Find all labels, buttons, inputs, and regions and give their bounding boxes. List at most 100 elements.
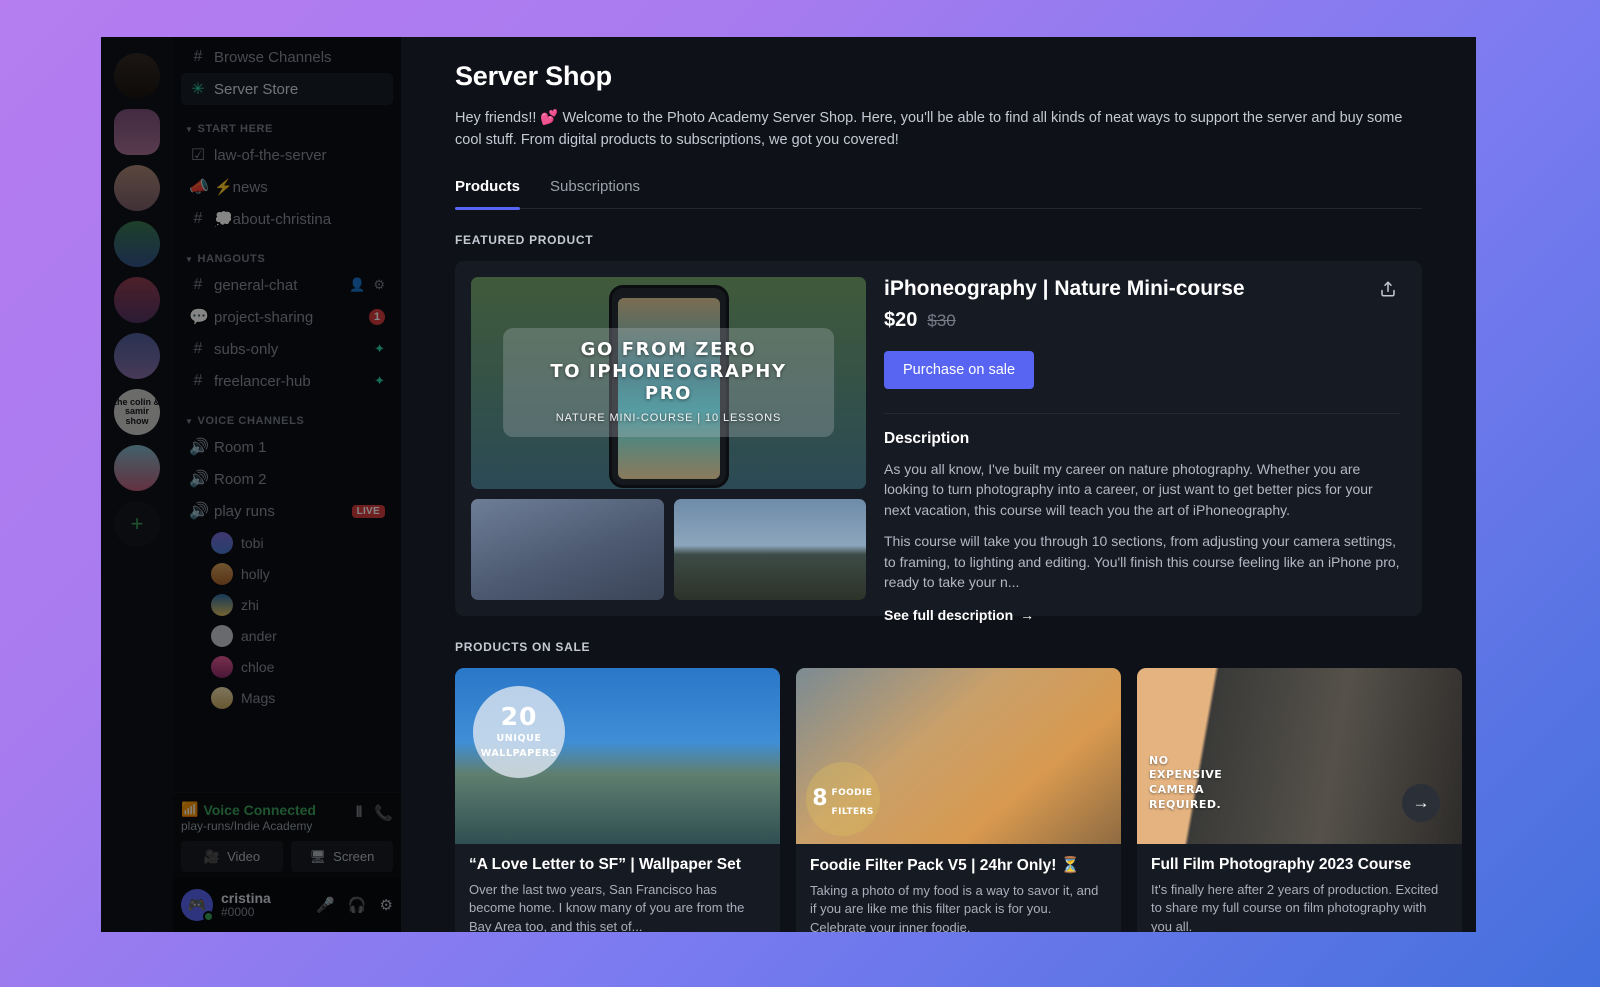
text-channel-icon: #: [193, 276, 203, 293]
server-avatar-1[interactable]: [114, 53, 160, 99]
sparkle-icon: ✦: [374, 341, 385, 356]
user-panel-icons: 🎤 🎧 ⚙: [316, 896, 393, 914]
server-avatar-5[interactable]: [114, 277, 160, 323]
see-full-description-label: See full description: [884, 606, 1014, 623]
channel-label: play runs: [214, 502, 275, 520]
purchase-button[interactable]: Purchase on sale: [884, 350, 1035, 389]
description-paragraph-1: As you all know, I've built my career on…: [884, 460, 1373, 518]
badge-number: 8: [812, 786, 828, 811]
channel-list[interactable]: # Browse Channels ✳ Server Store ▼ START…: [173, 37, 401, 792]
voice-member-zhi[interactable]: zhi: [181, 589, 393, 620]
server-avatar-8[interactable]: [114, 445, 160, 491]
channel-label: project-sharing: [214, 308, 314, 326]
voice-member-label: Mags: [241, 689, 276, 706]
voice-channel-icon: 🔊: [189, 471, 209, 488]
product-description: It's finally here after 2 years of produ…: [1151, 881, 1439, 933]
sidebar-item-room-1[interactable]: 🔊 Room 1: [181, 431, 393, 463]
voice-panel-buttons: 🎥 Video 🖥 Screen: [181, 841, 393, 872]
voice-status: 📶 Voice Connected: [181, 801, 350, 818]
gear-icon[interactable]: ⚙: [380, 896, 393, 914]
voice-status-row: 📶 Voice Connected play-runs/Indie Academ…: [181, 801, 393, 833]
sidebar-item-about-christina[interactable]: # 💭about-christina: [181, 203, 393, 235]
share-icon[interactable]: [1374, 275, 1402, 303]
server-avatar-4[interactable]: [114, 221, 160, 267]
sidebar-item-general-chat[interactable]: # general-chat 👤 ⚙: [181, 269, 393, 301]
sidebar-item-law-of-the-server[interactable]: ☑ law-of-the-server: [181, 139, 393, 171]
product-body: “A Love Letter to SF” | Wallpaper Set Ov…: [455, 844, 780, 933]
sidebar-item-server-store[interactable]: ✳ Server Store: [181, 73, 393, 105]
camera-icon: 🎥: [203, 848, 221, 864]
tab-products[interactable]: Products: [455, 178, 521, 210]
server-avatar-colin-samir[interactable]: the colin & samir show: [114, 389, 160, 435]
voice-member-mags[interactable]: Mags: [181, 682, 393, 713]
featured-product-name: iPhoneography | Nature Mini-course: [884, 276, 1245, 300]
voice-member-label: holly: [241, 565, 270, 582]
sidebar-item-play-runs[interactable]: 🔊 play runs LIVE: [181, 495, 393, 527]
page-title: Server Shop: [455, 61, 612, 91]
soundboard-icon[interactable]: ⦀: [356, 804, 363, 822]
text-channel-icon: #: [193, 210, 203, 227]
product-body: Foodie Filter Pack V5 | 24hr Only! ⏳ Tak…: [796, 844, 1121, 933]
badge-line-1: NO: [1149, 753, 1169, 767]
sidebar-item-freelancer-hub[interactable]: # freelancer-hub ✦: [181, 365, 393, 397]
disconnect-call-icon[interactable]: 📞: [374, 804, 393, 822]
shop-tabs: Products Subscriptions: [455, 178, 1422, 210]
channel-label: Room 1: [214, 438, 267, 456]
category-start-here[interactable]: ▼ START HERE: [181, 105, 393, 139]
product-title: Foodie Filter Pack V5 | 24hr Only! ⏳: [810, 856, 1080, 874]
server-avatar-2[interactable]: [114, 109, 160, 155]
avatar[interactable]: 🎮: [181, 889, 214, 922]
microphone-icon[interactable]: 🎤: [316, 896, 335, 914]
channel-label: ⚡news: [214, 179, 268, 196]
hero-line-2: TO IPHONEOGRAPHY PRO: [550, 360, 787, 405]
add-server-button[interactable]: +: [114, 501, 160, 547]
featured-thumbnail-1[interactable]: [471, 498, 664, 600]
locked-text-channel-icon: #: [193, 372, 203, 389]
locked-text-channel-icon: #: [193, 340, 203, 357]
sidebar-item-news[interactable]: 📣 ⚡news: [181, 171, 393, 203]
chevron-down-icon: ▼: [185, 124, 194, 134]
sidebar-item-browse-channels[interactable]: # Browse Channels: [181, 41, 393, 73]
video-button[interactable]: 🎥 Video: [181, 841, 283, 872]
featured-thumbnails: [471, 498, 866, 600]
badge-lines: FOODIE FILTERS: [832, 780, 874, 818]
screen-share-button[interactable]: 🖥 Screen: [291, 841, 393, 872]
sidebar-item-project-sharing[interactable]: 💬 project-sharing 1: [181, 301, 393, 333]
voice-member-chloe[interactable]: chloe: [181, 651, 393, 682]
avatar: [211, 686, 233, 709]
screen-label: Screen: [333, 849, 375, 864]
badge-line-2: EXPENSIVE: [1149, 768, 1223, 782]
server-avatar-6[interactable]: [114, 333, 160, 379]
sidebar-item-room-2[interactable]: 🔊 Room 2: [181, 463, 393, 495]
category-voice-channels[interactable]: ▼ VOICE CHANNELS: [181, 397, 393, 431]
voice-member-ander[interactable]: ander: [181, 620, 393, 651]
featured-thumbnail-2[interactable]: [673, 498, 866, 600]
category-hangouts[interactable]: ▼ HANGOUTS: [181, 235, 393, 269]
avatar: [211, 593, 233, 616]
server-avatar-3[interactable]: [114, 165, 160, 211]
sidebar-item-subs-only[interactable]: # subs-only ✦: [181, 333, 393, 365]
sale-price: $20: [884, 308, 918, 331]
gear-icon[interactable]: ⚙: [373, 277, 385, 293]
featured-hero-image[interactable]: GO FROM ZERO TO IPHONEOGRAPHY PRO NATURE…: [471, 276, 866, 489]
channel-label: freelancer-hub: [214, 372, 311, 390]
product-card-foodie-filter-pack[interactable]: 8 FOODIE FILTERS Foodie Filter Pack V5 |…: [796, 667, 1121, 933]
tab-subscriptions[interactable]: Subscriptions: [550, 178, 640, 209]
server-rail: the colin & samir show +: [101, 37, 173, 932]
voice-member-tobi[interactable]: tobi: [181, 527, 393, 558]
channel-label: law-of-the-server: [214, 146, 327, 164]
see-full-description-link[interactable]: See full description →: [884, 607, 1034, 623]
invite-people-icon[interactable]: 👤: [349, 277, 365, 293]
shop-description: Hey friends!! 💕 Welcome to the Photo Aca…: [455, 110, 1403, 148]
voice-member-label: chloe: [241, 658, 275, 675]
product-card-wallpaper-set[interactable]: 20 UNIQUE WALLPAPERS “A Love Letter to S…: [455, 667, 780, 933]
user-names: cristina #0000: [221, 889, 308, 920]
username: cristina: [221, 889, 271, 906]
carousel-next-button[interactable]: →: [1402, 783, 1440, 822]
channel-sidebar: # Browse Channels ✳ Server Store ▼ START…: [173, 37, 401, 932]
headphones-icon[interactable]: 🎧: [348, 896, 367, 914]
product-body: Full Film Photography 2023 Course It's f…: [1137, 844, 1462, 933]
featured-product-info: iPhoneography | Nature Mini-course $20 $…: [884, 275, 1406, 623]
voice-member-holly[interactable]: holly: [181, 558, 393, 589]
channel-label: Room 2: [214, 470, 267, 488]
